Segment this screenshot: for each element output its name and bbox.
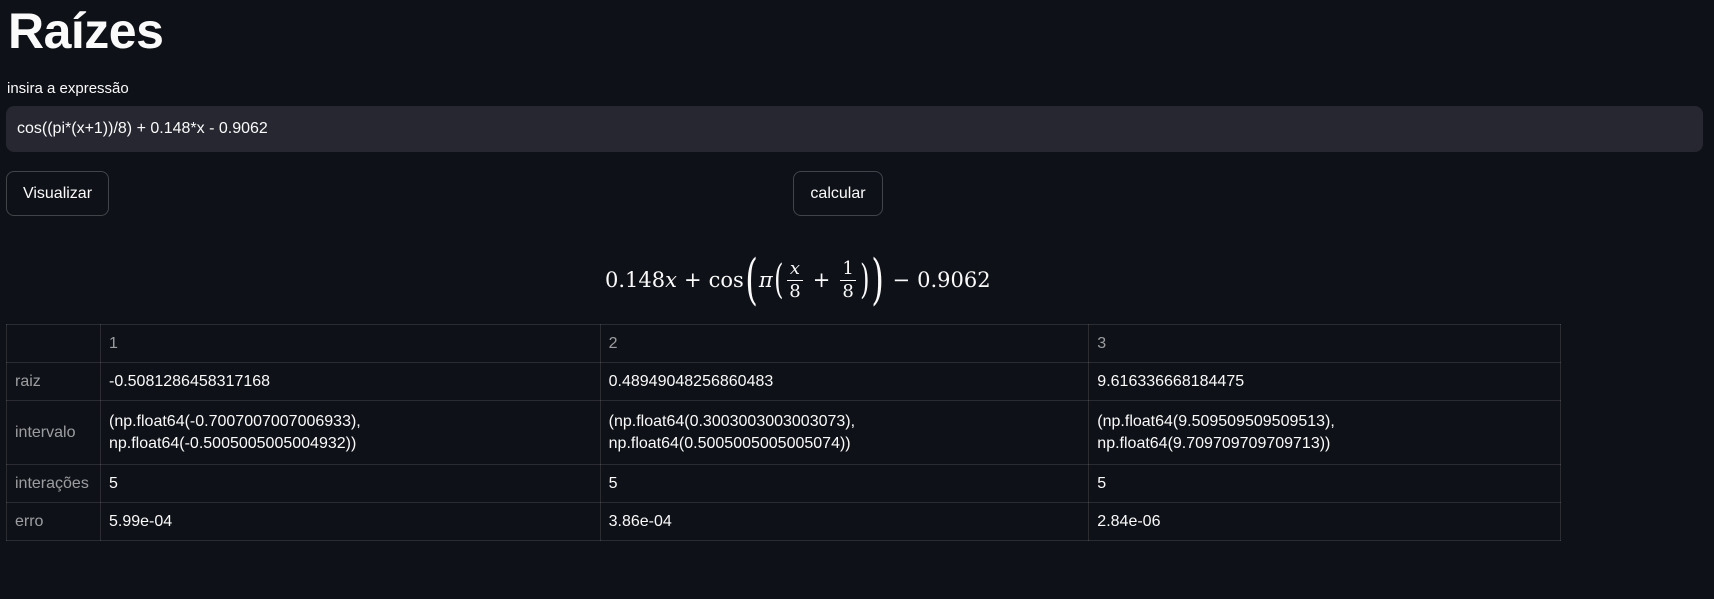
table-cell: (np.float64(-0.7007007007006933), np.flo… <box>99 400 601 465</box>
formula-inner-paren-open: ( <box>773 257 784 303</box>
rendered-formula: 0.148 x + cos ( π ( x 8 + 1 8 ) ) − 0.90… <box>605 250 991 310</box>
formula-constant: 0.9062 <box>917 268 991 292</box>
formula-fraction-x-over-8: x 8 <box>787 257 803 303</box>
table-cell: 0.48949048256860483 <box>599 362 1090 401</box>
interval-lower: (np.float64(-0.7007007007006933), <box>108 412 361 430</box>
row-header: interações <box>6 464 101 503</box>
formula-function: cos <box>708 268 744 292</box>
expression-input[interactable] <box>6 106 1703 152</box>
interval-upper: np.float64(9.709709709709713)) <box>1097 434 1331 452</box>
fraction-denominator: 8 <box>789 280 801 302</box>
formula-variable: x <box>665 268 677 292</box>
formula-outer-paren-open: ( <box>744 248 758 311</box>
formula-inner-paren-close: ) <box>859 257 870 303</box>
interval-upper: np.float64(-0.5005005005004932)) <box>108 434 357 452</box>
table-cell: -0.5081286458317168 <box>99 362 601 401</box>
table-cell: 2.84e-06 <box>1088 502 1561 541</box>
table-cell: (np.float64(9.509509509509513), np.float… <box>1088 400 1561 465</box>
formula-inner-plus: + <box>812 268 831 292</box>
column-header-3: 3 <box>1088 324 1561 363</box>
table-cell: 5 <box>1088 464 1561 503</box>
column-header-index <box>6 324 101 363</box>
table-cell: 5 <box>599 464 1090 503</box>
results-table: 1 2 3 raiz -0.5081286458317168 0.4894904… <box>6 324 1561 541</box>
row-header: intervalo <box>6 400 101 465</box>
table-cell: 5.99e-04 <box>99 502 601 541</box>
table-row-raiz: raiz -0.5081286458317168 0.4894904825686… <box>6 362 1561 401</box>
formula-minus: − <box>892 268 911 292</box>
table-header-row: 1 2 3 <box>6 324 1561 363</box>
fraction-numerator: 1 <box>842 257 854 279</box>
formula-plus: + <box>683 268 702 292</box>
table-row-erro: erro 5.99e-04 3.86e-04 2.84e-06 <box>6 502 1561 541</box>
fraction-denominator: 8 <box>842 280 854 302</box>
calculate-button[interactable]: calcular <box>793 171 883 216</box>
row-header: raiz <box>6 362 101 401</box>
fraction-numerator: x <box>789 257 801 279</box>
interval-lower: (np.float64(9.509509509509513), <box>1097 412 1335 430</box>
app-page: Raízes insira a expressão Visualizar cal… <box>0 0 1714 599</box>
table-cell: (np.float64(0.3003003003003073), np.floa… <box>599 400 1090 465</box>
table-cell: 5 <box>99 464 601 503</box>
page-title: Raízes <box>8 3 164 59</box>
visualize-button[interactable]: Visualizar <box>6 171 109 216</box>
column-header-2: 2 <box>599 324 1090 363</box>
formula-coefficient: 0.148 <box>605 268 666 292</box>
row-header: erro <box>6 502 101 541</box>
formula-outer-paren-close: ) <box>871 248 885 311</box>
table-row-interacoes: interações 5 5 5 <box>6 464 1561 503</box>
table-cell: 3.86e-04 <box>599 502 1090 541</box>
table-cell: 9.616336668184475 <box>1088 362 1561 401</box>
interval-upper: np.float64(0.5005005005005074)) <box>608 434 851 452</box>
formula-pi: π <box>758 268 773 292</box>
table-row-intervalo: intervalo (np.float64(-0.700700700700693… <box>6 400 1561 465</box>
expression-input-label: insira a expressão <box>7 80 129 97</box>
column-header-1: 1 <box>99 324 601 363</box>
formula-fraction-1-over-8: 1 8 <box>840 257 856 303</box>
interval-lower: (np.float64(0.3003003003003073), <box>608 412 856 430</box>
